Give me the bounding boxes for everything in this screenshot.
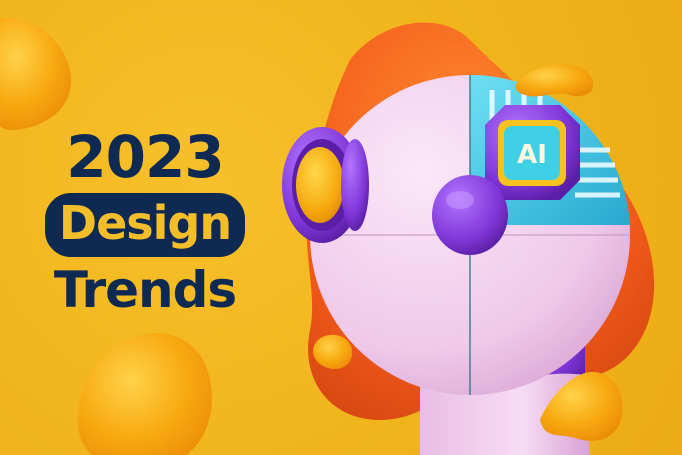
- headline-trends: Trends: [53, 261, 237, 319]
- robot-eye-left: [282, 127, 369, 243]
- orange-drip: [515, 64, 594, 97]
- yellow-blob-bottom-left: [77, 333, 212, 455]
- headline-design: Design: [58, 196, 232, 250]
- headline-highlight-pill: Design: [44, 193, 246, 257]
- headline-year: 2023: [66, 123, 224, 191]
- headline: 2023 Design Trends: [20, 125, 270, 319]
- ai-chip-icon: AI: [485, 105, 580, 200]
- robot-nose-button: [432, 175, 508, 255]
- banner-canvas: AI 2023 Design Trends: [0, 0, 682, 455]
- ai-chip-label: AI: [517, 140, 547, 170]
- yellow-blob-top-left: [0, 17, 72, 130]
